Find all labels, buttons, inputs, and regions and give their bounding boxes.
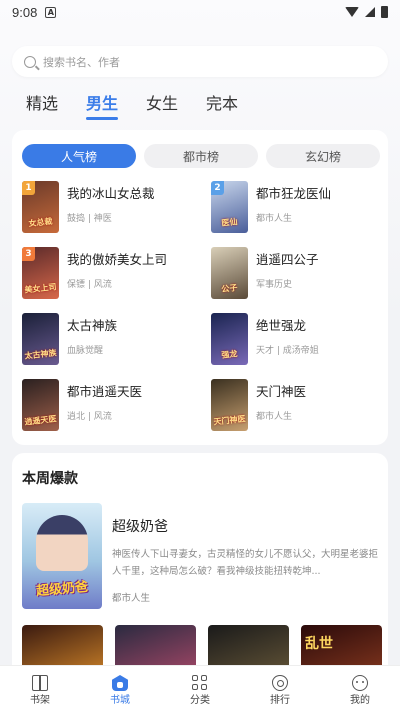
search-placeholder: 搜索书名、作者: [43, 55, 120, 69]
battery-icon: [381, 6, 388, 18]
signal-icon: [365, 7, 375, 17]
book-description: 神医传人下山寻妻女，古灵精怪的女儿不愿认父，大明星老婆拒人千里，这种局怎么破？看…: [112, 549, 379, 577]
cover-title: 女总裁: [28, 216, 53, 229]
cover-title: 超级奶爸: [35, 579, 89, 600]
search-input[interactable]: 搜索书名、作者: [12, 46, 388, 77]
cover-title: 乱世: [305, 636, 333, 652]
featured-book[interactable]: 超级奶爸 超级奶爸 神医传人下山寻妻女，古灵精怪的女儿不愿认父，大明星老婆拒人千…: [22, 503, 382, 609]
weekly-hits-card: 本周爆款 超级奶爸 超级奶爸 神医传人下山寻妻女，古灵精怪的女儿不愿认父，大明星…: [12, 453, 388, 683]
book-title[interactable]: 我的傲娇美女上司: [67, 249, 167, 268]
ranking-book-item[interactable]: 2 医仙 都市狂龙医仙都市人生: [211, 181, 378, 233]
ranking-book-item[interactable]: 天门神医 天门神医 都市人生: [211, 379, 378, 431]
book-info: 绝世强龙天才 | 成汤帝姐: [256, 313, 319, 365]
cover-art: [36, 515, 88, 571]
tab-featured[interactable]: 精选: [26, 90, 58, 120]
ranking-book-item[interactable]: 1 女总裁 我的冰山女总裁鼓捣 | 神医: [22, 181, 211, 233]
rank-badge: 1: [22, 181, 35, 195]
status-icons: [345, 6, 388, 18]
book-title[interactable]: 绝世强龙: [256, 315, 319, 334]
book-info: 我的傲娇美女上司保镖 | 风流: [67, 247, 167, 299]
cover-title: 公子: [221, 283, 238, 294]
book-cover[interactable]: 逍遥天医: [22, 379, 59, 431]
book-info: 都市逍遥天医逍北 | 风流: [67, 379, 142, 431]
nav-profile[interactable]: 我的: [320, 666, 400, 710]
book-title[interactable]: 超级奶爸: [112, 516, 382, 536]
ranking-book-item[interactable]: 强龙 绝世强龙天才 | 成汤帝姐: [211, 313, 378, 365]
nav-ranking[interactable]: 排行: [240, 666, 320, 710]
ranking-card: 人气榜 都市榜 玄幻榜 1 女总裁 我的冰山女总裁 鼓捣 | 神医 2 医仙 都市狂龙医仙都…: [12, 130, 388, 445]
section-title: 本周爆款: [22, 471, 78, 487]
book-info: 太古神族 血脉觉醒: [67, 313, 117, 365]
book-tags: 鼓捣 | 神医: [67, 214, 112, 224]
cover-title: 逍遥天医: [24, 414, 57, 427]
cover-title: 强龙: [221, 349, 238, 360]
nav-category[interactable]: 分类: [160, 666, 240, 710]
wifi-icon: [345, 7, 359, 17]
nav-label: 分类: [190, 695, 210, 706]
book-title[interactable]: 我的冰山女总裁: [67, 183, 155, 202]
status-time: 9:08: [12, 4, 38, 20]
nav-label: 排行: [270, 695, 290, 706]
book-info: 都市狂龙医仙都市人生: [256, 181, 331, 233]
tab-female[interactable]: 女生: [146, 90, 178, 120]
rank-badge: 2: [211, 181, 224, 195]
book-info: 我的冰山女总裁鼓捣 | 神医: [67, 181, 155, 233]
notification-icon: A: [45, 6, 57, 18]
cover-title: 医仙: [221, 217, 238, 228]
category-grid-icon: [192, 675, 208, 691]
ranking-sub-tabs: 人气榜 都市榜 玄幻榜: [22, 144, 380, 168]
tab-completed[interactable]: 完本: [206, 90, 238, 120]
cover-title: 美女上司: [24, 282, 57, 295]
cover-title: 天门神医: [213, 414, 246, 427]
ranking-book-grid: 1 女总裁 我的冰山女总裁 鼓捣 | 神医 2 医仙 都市狂龙医仙 都市人生 3 美女上司 我的傲娇…: [22, 181, 378, 431]
tab-male[interactable]: 男生: [86, 90, 119, 120]
book-cover[interactable]: 1 女总裁: [22, 181, 59, 233]
nav-bookshelf[interactable]: 书架: [0, 666, 80, 710]
rank-badge: 3: [22, 247, 35, 261]
nav-label: 书城: [110, 695, 130, 706]
book-info: 天门神医 都市人生: [256, 379, 306, 431]
book-tags: 都市人生: [256, 412, 293, 422]
nav-label: 我的: [350, 695, 370, 706]
profile-face-icon: [352, 675, 368, 691]
ranking-book-item[interactable]: 公子 逍遥四公子军事历史: [211, 247, 378, 299]
book-title[interactable]: 太古神族: [67, 315, 117, 334]
book-cover[interactable]: 天门神医: [211, 379, 248, 431]
book-cover[interactable]: 2 医仙: [211, 181, 248, 233]
book-tags: 天才 | 成汤帝姐: [256, 346, 319, 356]
book-title[interactable]: 逍遥四公子: [256, 249, 319, 268]
bookstore-icon: [112, 675, 128, 691]
book-category: 都市人生: [112, 593, 151, 604]
tab-popular-rank[interactable]: 人气榜: [22, 144, 136, 168]
book-tags: 军事历史: [256, 280, 293, 290]
book-cover[interactable]: 强龙: [211, 313, 248, 365]
status-bar: 9:08 A: [0, 0, 400, 24]
ranking-book-item[interactable]: 逍遥天医 都市逍遥天医 逍北 | 风流: [22, 379, 211, 431]
book-cover[interactable]: 3 美女上司: [22, 247, 59, 299]
tab-fantasy-rank[interactable]: 玄幻榜: [266, 144, 380, 168]
rank-medal-icon: [272, 675, 288, 691]
book-tags: 都市人生: [256, 214, 293, 224]
search-icon: [24, 55, 36, 68]
nav-bookstore[interactable]: 书城: [80, 666, 160, 710]
ranking-book-item[interactable]: 太古神族 太古神族 血脉觉醒: [22, 313, 211, 365]
book-info: 逍遥四公子 军事历史: [256, 247, 319, 299]
book-cover[interactable]: 超级奶爸: [22, 503, 102, 609]
tab-urban-rank[interactable]: 都市榜: [144, 144, 258, 168]
nav-label: 书架: [30, 695, 50, 706]
book-tags: 保镖 | 风流: [67, 280, 112, 290]
bottom-nav: 书架 书城 分类 排行 我的: [0, 665, 400, 710]
cover-title: 太古神族: [24, 348, 57, 361]
book-cover[interactable]: 公子: [211, 247, 248, 299]
book-title[interactable]: 都市逍遥天医: [67, 381, 142, 400]
category-tabs: 精选 男生 女生 完本: [26, 90, 238, 120]
book-title[interactable]: 都市狂龙医仙: [256, 183, 331, 202]
ranking-book-item[interactable]: 3 美女上司 我的傲娇美女上司 保镖 | 风流: [22, 247, 211, 299]
bookshelf-icon: [32, 675, 48, 691]
book-tags: 血脉觉醒: [67, 346, 104, 356]
book-tags: 逍北 | 风流: [67, 412, 112, 422]
featured-book-info: 超级奶爸 神医传人下山寻妻女，古灵精怪的女儿不愿认父，大明星老婆拒人千里，这种局…: [112, 503, 382, 609]
book-cover[interactable]: 太古神族: [22, 313, 59, 365]
book-title[interactable]: 天门神医: [256, 381, 306, 400]
